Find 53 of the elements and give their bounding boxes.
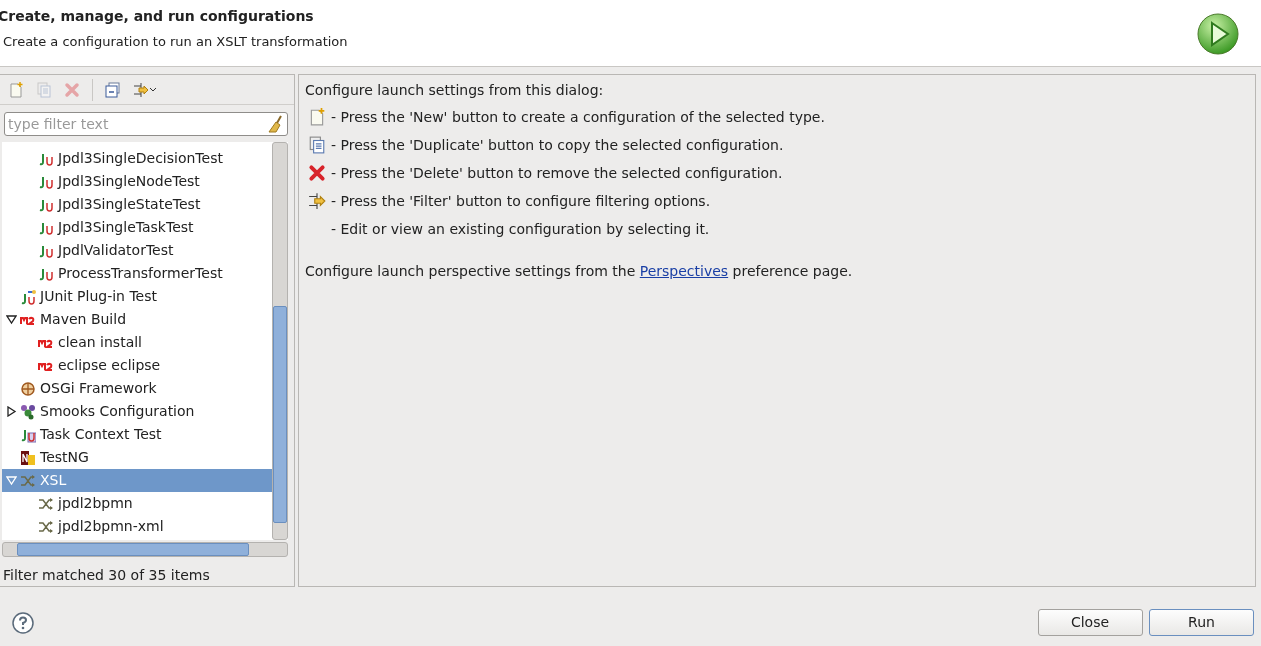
tree-item[interactable]: clean install (2, 331, 272, 354)
tree-item[interactable]: JUnit Plug-in Test (2, 285, 272, 308)
tree-item[interactable]: ProcessTransformerTest (2, 262, 272, 285)
filter-icon (308, 192, 326, 210)
filter-status: Filter matched 30 of 35 items (2, 566, 211, 585)
dialog-button[interactable]: Run (1149, 609, 1254, 636)
tree-item[interactable]: Task Context Test (2, 423, 272, 446)
tree-item[interactable]: Jpdl3SingleDecisionTest (2, 147, 272, 170)
shuffle-icon (20, 472, 36, 489)
dialog-button[interactable]: Close (1037, 609, 1143, 636)
info-line: - Press the 'Delete' button to remove the selected configuration. (331, 163, 783, 183)
run-icon (1196, 12, 1240, 56)
broom-icon[interactable] (268, 115, 284, 133)
info-line: - Edit or view an existing configuration by selecting it. (331, 219, 710, 239)
delete-icon (308, 164, 326, 182)
tree-item[interactable]: Jpdl3SingleNodeTest (2, 170, 272, 193)
testng-icon (20, 449, 36, 466)
tree-item[interactable]: jpdl2bpmn-xml (2, 515, 272, 538)
info-heading: Configure launch settings from this dialog: (305, 81, 605, 100)
tree-item[interactable]: Jpdl3SingleStateTest (2, 193, 272, 216)
smooks-icon (20, 403, 36, 420)
filter-field[interactable]: type filter text (4, 112, 288, 136)
shuffle-icon (38, 495, 54, 512)
info-line: - Press the 'New' button to create a configuration of the selected type. (331, 107, 825, 127)
tree-item[interactable]: Jpdl3SingleTaskTest (2, 216, 272, 239)
tree-item[interactable]: jpdl2bpmn (2, 492, 272, 515)
info-line: - Press the 'Filter' button to configure filtering options. (331, 191, 711, 211)
info-line: - Press the 'Duplicate' button to copy the selected configuration. (331, 135, 784, 155)
horizontal-scrollbar[interactable] (2, 542, 288, 557)
tree-item[interactable]: Maven Build (2, 308, 272, 331)
caret-icon (149, 86, 157, 93)
dialog-subtitle: Create a configuration to run an XSLT transformation (3, 33, 349, 51)
tree-item[interactable]: TestNG (2, 446, 272, 469)
tree-item[interactable]: Smooks Configuration (2, 400, 272, 423)
expanded-arrow-icon[interactable] (5, 314, 17, 325)
vertical-scrollbar[interactable] (272, 142, 288, 540)
copy-icon (36, 81, 52, 98)
crosshair-icon (20, 380, 36, 397)
new-file-icon (8, 81, 24, 98)
copy-icon (308, 136, 326, 154)
help-icon[interactable] (12, 611, 34, 634)
filter-icon (133, 81, 149, 98)
collapsed-arrow-icon[interactable] (5, 406, 17, 417)
collapse-all-icon (105, 81, 121, 98)
perspectives-link[interactable]: Perspectives (639, 263, 729, 279)
tree-item[interactable]: JpdlValidatorTest (2, 239, 272, 262)
tree-item[interactable]: eclipse eclipse (2, 354, 272, 377)
new-file-icon (308, 108, 326, 126)
tree-item[interactable]: OSGi Framework (2, 377, 272, 400)
shuffle-icon (38, 518, 54, 535)
delete-icon (64, 81, 80, 98)
junit-plugin-icon (20, 288, 36, 305)
perspectives-note: Configure launch perspective settings from the Perspectives preference page. (305, 262, 854, 281)
